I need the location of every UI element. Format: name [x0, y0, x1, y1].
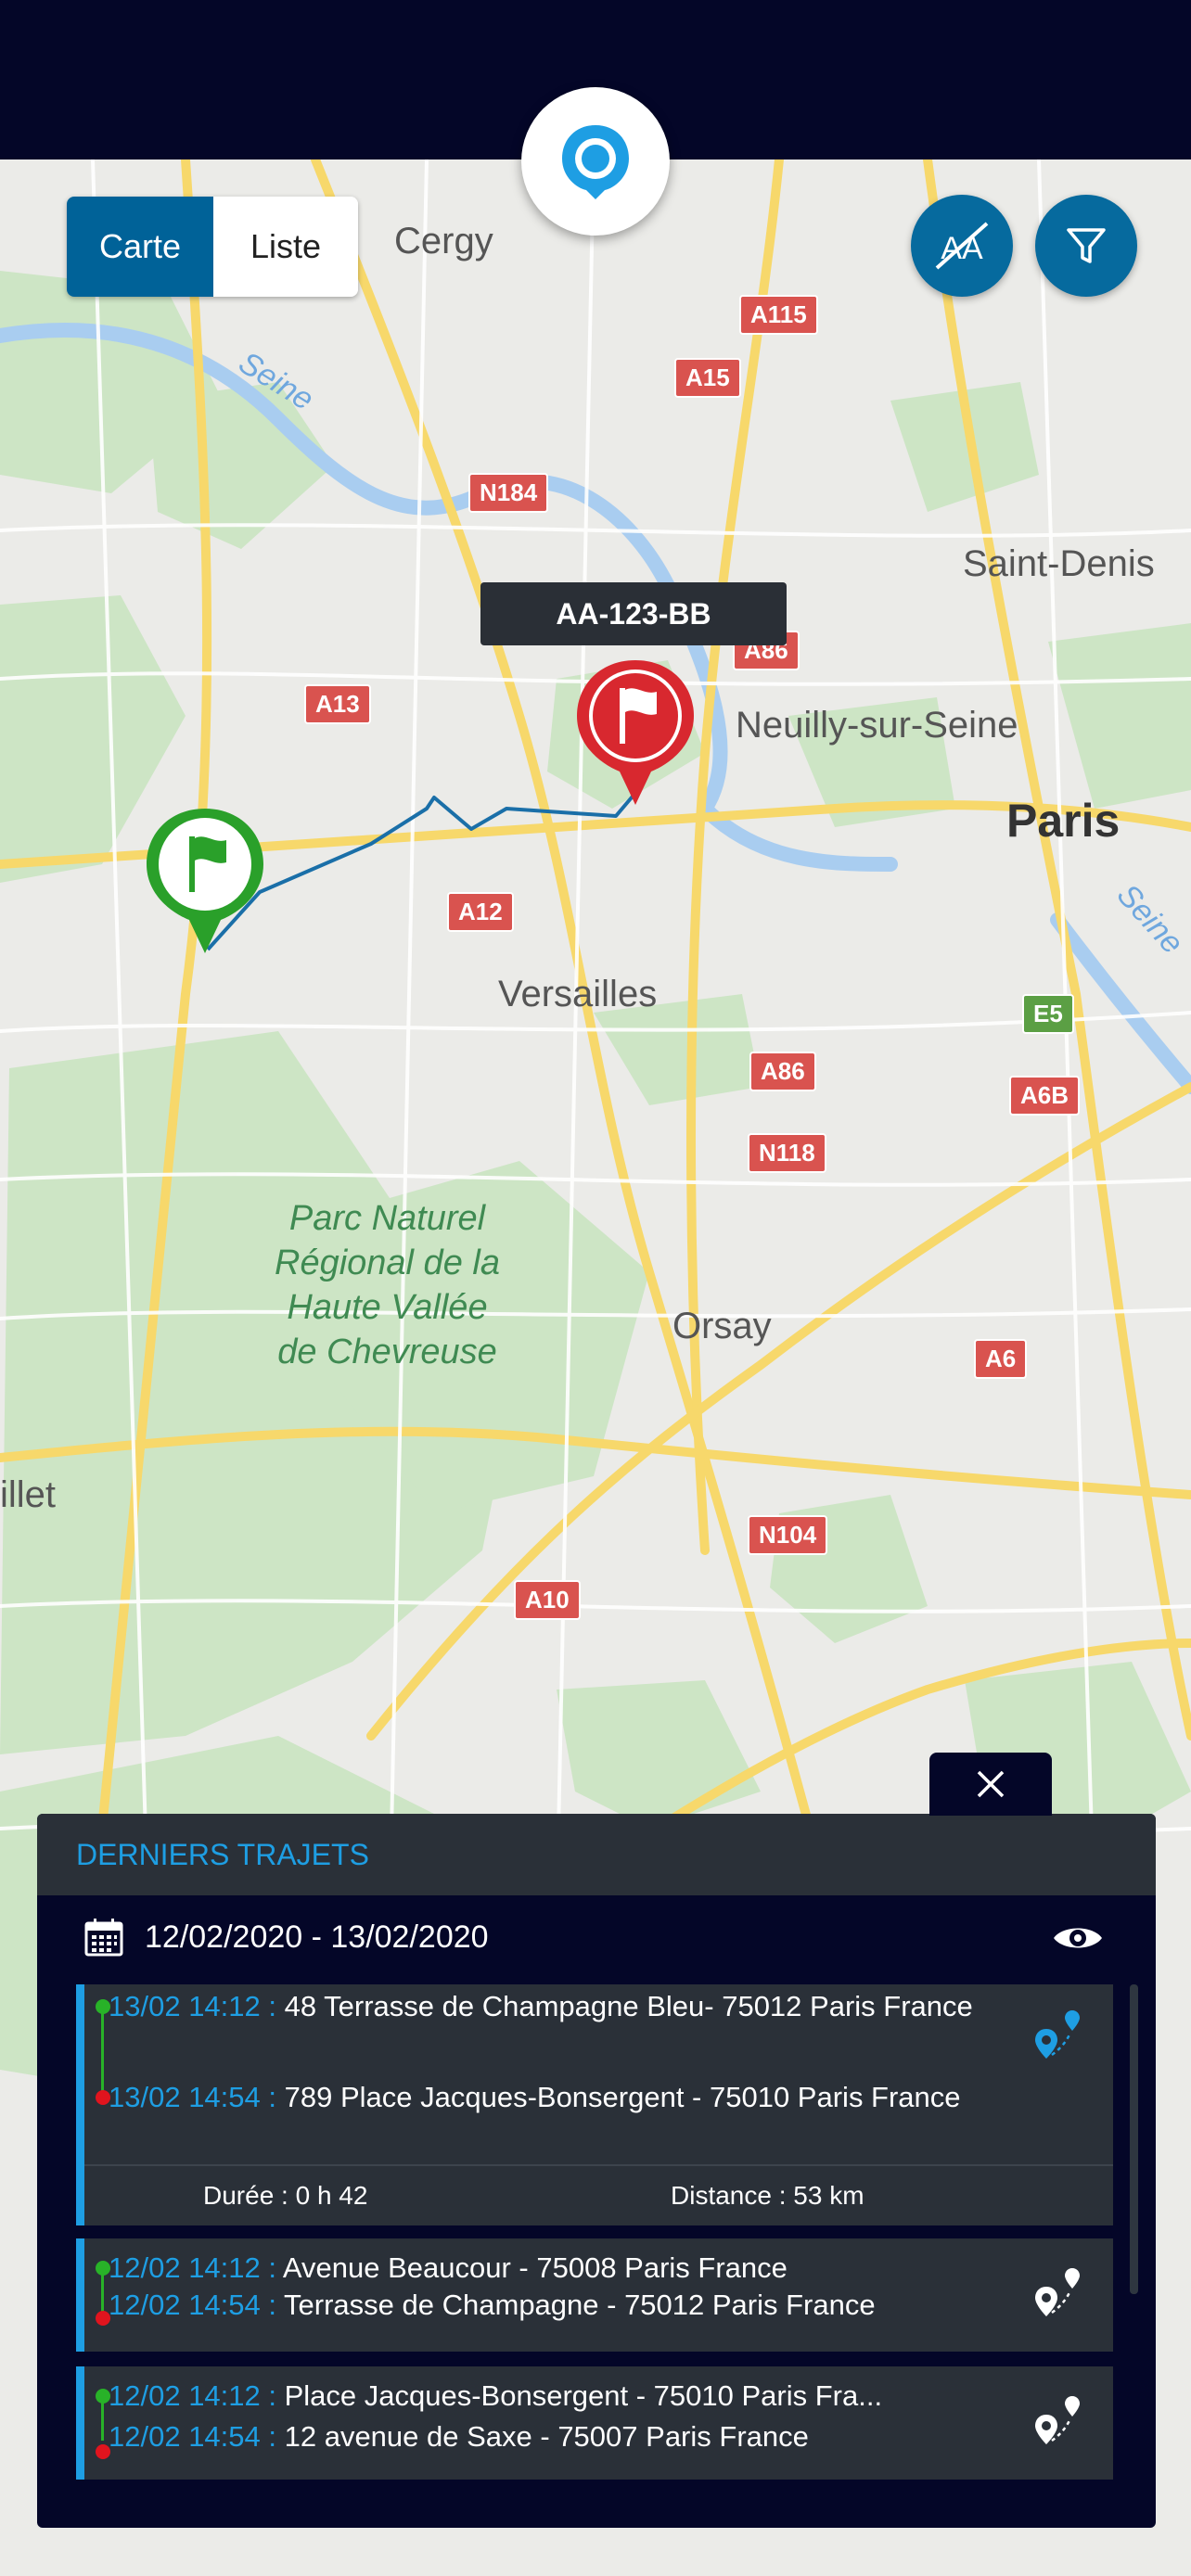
- hide-plates-button[interactable]: AA: [911, 195, 1013, 297]
- trip-route-icon[interactable]: [1030, 2394, 1085, 2450]
- trip-end: 12/02 14:54 : 12 avenue de Saxe - 75007 …: [109, 2418, 999, 2455]
- trip-connector: [101, 2012, 104, 2098]
- locate-button[interactable]: [521, 87, 670, 236]
- date-range-row[interactable]: 12/02/2020 - 13/02/2020: [37, 1895, 1156, 1979]
- close-panel-button[interactable]: [929, 1753, 1052, 1816]
- trip-route-icon[interactable]: [1030, 2009, 1085, 2064]
- trip-connector: [101, 2402, 104, 2441]
- trip-item[interactable]: 12/02 14:12 : Place Jacques-Bonsergent -…: [76, 2366, 1113, 2480]
- trip-end-time: 12/02 14:54 :: [109, 2420, 285, 2453]
- list-view-button[interactable]: Liste: [213, 197, 358, 297]
- trip-item[interactable]: 13/02 14:12 : 48 Terrasse de Champagne B…: [76, 1984, 1113, 2225]
- road-a15: A15: [674, 358, 741, 398]
- trip-start-time: 12/02 14:12 :: [109, 2379, 285, 2412]
- panel-header: DERNIERS TRAJETS: [37, 1814, 1156, 1895]
- road-e5: E5: [1022, 994, 1074, 1034]
- trip-start: 12/02 14:12 : Place Jacques-Bonsergent -…: [109, 2378, 999, 2415]
- trip-end: 13/02 14:54 : 789 Place Jacques-Bonserge…: [109, 2079, 999, 2116]
- road-a10: A10: [514, 1580, 581, 1620]
- map-view-button[interactable]: Carte: [67, 197, 213, 297]
- place-cergy: Cergy: [394, 221, 493, 261]
- road-a12: A12: [447, 892, 514, 932]
- panel-title: DERNIERS TRAJETS: [76, 1837, 369, 1871]
- trip-end-address: 12 avenue de Saxe - 75007 Paris France: [284, 2420, 809, 2453]
- place-paris: Paris: [1006, 795, 1121, 847]
- trip-summary: Durée : 0 h 42 Distance : 53 km: [84, 2164, 1113, 2225]
- road-n104: N104: [748, 1515, 828, 1555]
- trip-route-icon[interactable]: [1030, 2266, 1085, 2322]
- trip-start-address: Avenue Beaucour - 75008 Paris France: [282, 2251, 788, 2284]
- close-icon: [977, 1770, 1005, 1798]
- trip-start-time: 12/02 14:12 :: [109, 2251, 283, 2284]
- location-icon: [562, 125, 629, 199]
- date-range: 12/02/2020 - 13/02/2020: [145, 1919, 489, 1955]
- road-a86-south: A86: [749, 1052, 816, 1091]
- trip-start-address: 48 Terrasse de Champagne Bleu- 75012 Par…: [284, 1990, 973, 2022]
- filter-icon: [1067, 228, 1106, 263]
- road-a13: A13: [304, 684, 371, 724]
- place-illet: illet: [0, 1474, 57, 1515]
- trip-start-address: Place Jacques-Bonsergent - 75010 Paris F…: [284, 2379, 883, 2412]
- place-park: Parc Naturel Régional de la Haute Vallée…: [275, 1199, 500, 1371]
- place-orsay: Orsay: [672, 1306, 772, 1346]
- trip-connector: [101, 2274, 104, 2313]
- recent-trips-panel: DERNIERS TRAJETS 12/02/2020 - 13/02/2020…: [37, 1814, 1156, 2528]
- trip-end-address: Terrasse de Champagne - 75012 Paris Fran…: [284, 2289, 876, 2321]
- hide-plates-icon: AA: [935, 222, 989, 270]
- road-a6b: A6B: [1009, 1076, 1081, 1116]
- trip-duration: Durée : 0 h 42: [203, 2181, 368, 2210]
- road-n118: N118: [748, 1133, 826, 1173]
- road-a115: A115: [739, 295, 818, 335]
- trips-scrollbar[interactable]: [1130, 1984, 1138, 2294]
- trip-start: 12/02 14:12 : Avenue Beaucour - 75008 Pa…: [109, 2250, 999, 2287]
- start-flag-icon[interactable]: [143, 805, 267, 957]
- trip-start-time: 13/02 14:12 :: [109, 1990, 285, 2022]
- place-saint-denis: Saint-Denis: [963, 543, 1155, 584]
- calendar-icon: [84, 1919, 123, 1957]
- eye-icon[interactable]: [1052, 1921, 1104, 1955]
- place-versailles: Versailles: [498, 974, 658, 1014]
- place-neuilly: Neuilly-sur-Seine: [736, 705, 1018, 746]
- trip-end-time: 12/02 14:54 :: [109, 2289, 285, 2321]
- trip-item[interactable]: 12/02 14:12 : Avenue Beaucour - 75008 Pa…: [76, 2238, 1113, 2352]
- road-n184: N184: [468, 473, 549, 513]
- filter-button[interactable]: [1035, 195, 1137, 297]
- trip-end: 12/02 14:54 : Terrasse de Champagne - 75…: [109, 2287, 999, 2324]
- trip-start: 13/02 14:12 : 48 Terrasse de Champagne B…: [109, 1988, 999, 2025]
- view-toggle: Carte Liste: [67, 197, 358, 297]
- end-flag-icon[interactable]: [573, 657, 698, 809]
- trip-distance: Distance : 53 km: [671, 2181, 864, 2210]
- vehicle-plate-label: AA-123-BB: [480, 582, 787, 645]
- road-a6: A6: [974, 1339, 1028, 1379]
- trip-end-address: 789 Place Jacques-Bonsergent - 75010 Par…: [284, 2081, 961, 2113]
- trip-end-time: 13/02 14:54 :: [109, 2081, 285, 2113]
